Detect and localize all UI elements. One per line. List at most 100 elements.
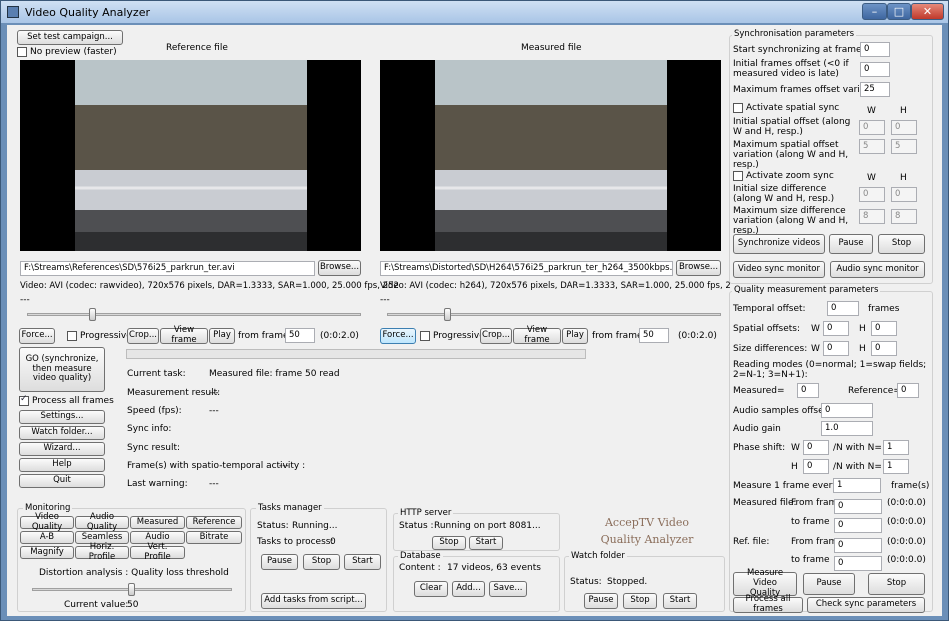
monitor-magnify-button[interactable]: Magnify bbox=[20, 546, 74, 559]
measured-path-field[interactable]: F:\Streams\Distorted\SD\H264\576i25_park… bbox=[380, 261, 673, 276]
spatial-max-w-input[interactable]: 5 bbox=[859, 139, 885, 154]
watch-folder-button[interactable]: Watch folder... bbox=[19, 426, 105, 440]
quit-button[interactable]: Quit bbox=[19, 474, 105, 488]
process-all-frames-button[interactable]: Process all frames bbox=[733, 594, 803, 614]
monitor-bitrate-button[interactable]: Bitrate bbox=[186, 531, 242, 544]
monitor-reference-button[interactable]: Reference bbox=[186, 516, 242, 529]
sync-offset-input[interactable]: 0 bbox=[860, 62, 890, 77]
reference-slider-track[interactable] bbox=[27, 313, 361, 316]
reference-slider-thumb[interactable] bbox=[89, 308, 96, 321]
ref-to-input[interactable]: 0 bbox=[834, 556, 882, 571]
measure-every-label: Measure 1 frame every bbox=[733, 481, 838, 491]
reference-frame-input[interactable]: 50 bbox=[285, 328, 315, 343]
measured-from-time: (0:0:0.0) bbox=[887, 498, 926, 508]
no-preview-checkbox[interactable] bbox=[17, 47, 27, 57]
measured-browse-button[interactable]: Browse... bbox=[676, 260, 721, 276]
maximize-button[interactable]: □ bbox=[887, 3, 911, 20]
audio-sync-monitor-button[interactable]: Audio sync monitor bbox=[830, 261, 925, 278]
monitor-vert-profile-button[interactable]: Vert. Profile bbox=[130, 542, 185, 561]
measured-to-input[interactable]: 0 bbox=[834, 518, 882, 533]
watch-pause-button[interactable]: Pause bbox=[584, 593, 618, 609]
reference-mode-input[interactable]: 0 bbox=[897, 383, 919, 398]
measured-force-button[interactable]: Force... bbox=[380, 328, 416, 344]
reference-path-field[interactable]: F:\Streams\References\SD\576i25_parkrun_… bbox=[20, 261, 315, 276]
settings-button[interactable]: Settings... bbox=[19, 410, 105, 424]
spatial-offsets-w-input[interactable]: 0 bbox=[823, 321, 849, 336]
monitor-audio-quality-button[interactable]: Audio Quality bbox=[75, 512, 129, 531]
ref-from-input[interactable]: 0 bbox=[834, 538, 882, 553]
spatial-max-h-input[interactable]: 5 bbox=[891, 139, 917, 154]
zoom-max-h-input[interactable]: 8 bbox=[891, 209, 917, 224]
phase-h-input[interactable]: 0 bbox=[803, 459, 829, 474]
reference-crop-button[interactable]: Crop... bbox=[127, 328, 159, 344]
reference-play-button[interactable]: Play bbox=[209, 328, 235, 344]
sync-max-offset-input[interactable]: 25 bbox=[860, 82, 890, 97]
reference-force-button[interactable]: Force... bbox=[19, 328, 55, 344]
reference-time: (0:0:2.0) bbox=[320, 331, 359, 341]
database-clear-button[interactable]: Clear bbox=[414, 581, 448, 597]
tasks-pause-button[interactable]: Pause bbox=[261, 554, 298, 570]
measured-play-button[interactable]: Play bbox=[562, 328, 588, 344]
monitor-horiz-profile-button[interactable]: Horiz. Profile bbox=[75, 542, 129, 561]
sync-start-input[interactable]: 0 bbox=[860, 42, 890, 57]
synchronize-videos-button[interactable]: Synchronize videos bbox=[733, 234, 825, 254]
zoom-init-h-input[interactable]: 0 bbox=[891, 187, 917, 202]
watch-start-button[interactable]: Start bbox=[663, 593, 697, 609]
spatial-offsets-h-input[interactable]: 0 bbox=[871, 321, 897, 336]
measured-slider-thumb[interactable] bbox=[444, 308, 451, 321]
spatial-sync-checkbox[interactable] bbox=[733, 103, 743, 113]
measure-every-input[interactable]: 1 bbox=[833, 478, 881, 493]
database-add-button[interactable]: Add... bbox=[452, 581, 485, 597]
measured-from-input[interactable]: 0 bbox=[834, 499, 882, 514]
spatial-init-w-input[interactable]: 0 bbox=[859, 120, 885, 135]
measured-slider-track[interactable] bbox=[387, 313, 721, 316]
audio-offset-input[interactable]: 0 bbox=[821, 403, 873, 418]
help-button[interactable]: Help bbox=[19, 458, 105, 472]
measure-video-quality-button[interactable]: Measure Video Quality bbox=[733, 568, 797, 598]
close-button[interactable]: ✕ bbox=[911, 3, 944, 20]
sync-stop-button[interactable]: Stop bbox=[878, 234, 925, 254]
phase-w-input[interactable]: 0 bbox=[803, 440, 829, 455]
process-all-frames-checkbox[interactable] bbox=[19, 394, 29, 406]
minimize-button[interactable]: – bbox=[862, 3, 887, 20]
sync-pause-button[interactable]: Pause bbox=[829, 234, 873, 254]
measured-frame-input[interactable]: 50 bbox=[639, 328, 669, 343]
http-start-button[interactable]: Start bbox=[469, 536, 503, 550]
measured-video-preview bbox=[380, 60, 721, 251]
database-save-button[interactable]: Save... bbox=[489, 581, 527, 597]
reference-view-frame-button[interactable]: View frame bbox=[160, 325, 208, 345]
phase-n1-input[interactable]: 1 bbox=[883, 440, 909, 455]
spatial-init-h-input[interactable]: 0 bbox=[891, 120, 917, 135]
quality-stop-button[interactable]: Stop bbox=[868, 573, 925, 595]
monitor-measured-button[interactable]: Measured bbox=[130, 516, 185, 529]
zoom-init-w-input[interactable]: 0 bbox=[859, 187, 885, 202]
app-window: Video Quality Analyzer – □ ✕ Set test ca… bbox=[0, 0, 949, 621]
go-button[interactable]: GO (synchronize, then measure video qual… bbox=[19, 347, 105, 392]
size-differences-w-input[interactable]: 0 bbox=[823, 341, 849, 356]
measured-mode-input[interactable]: 0 bbox=[797, 383, 819, 398]
measured-progressive-checkbox[interactable] bbox=[420, 331, 430, 341]
tasks-start-button[interactable]: Start bbox=[344, 554, 381, 570]
zoom-max-w-input[interactable]: 8 bbox=[859, 209, 885, 224]
phase-n2-input[interactable]: 1 bbox=[883, 459, 909, 474]
wizard-button[interactable]: Wizard... bbox=[19, 442, 105, 456]
quality-pause-button[interactable]: Pause bbox=[803, 573, 855, 595]
audio-gain-input[interactable]: 1.0 bbox=[821, 421, 873, 436]
measured-crop-button[interactable]: Crop... bbox=[480, 328, 512, 344]
temporal-offset-input[interactable]: 0 bbox=[827, 301, 859, 316]
monitor-video-quality-button[interactable]: Video Quality bbox=[20, 512, 74, 531]
watch-stop-button[interactable]: Stop bbox=[623, 593, 657, 609]
distortion-slider-thumb[interactable] bbox=[128, 583, 135, 596]
reference-progressive-checkbox[interactable] bbox=[67, 331, 77, 341]
monitor-a-b-button[interactable]: A-B bbox=[20, 531, 74, 544]
size-differences-h-input[interactable]: 0 bbox=[871, 341, 897, 356]
video-sync-monitor-button[interactable]: Video sync monitor bbox=[733, 261, 825, 278]
measured-view-frame-button[interactable]: View frame bbox=[513, 325, 561, 345]
tasks-stop-button[interactable]: Stop bbox=[303, 554, 340, 570]
http-stop-button[interactable]: Stop bbox=[432, 536, 466, 550]
check-sync-parameters-button[interactable]: Check sync parameters bbox=[807, 597, 925, 613]
zoom-sync-checkbox[interactable] bbox=[733, 171, 743, 181]
set-test-campaign-button[interactable]: Set test campaign... bbox=[17, 30, 123, 45]
reference-browse-button[interactable]: Browse... bbox=[318, 260, 361, 276]
add-tasks-from-script-button[interactable]: Add tasks from script... bbox=[261, 593, 366, 609]
